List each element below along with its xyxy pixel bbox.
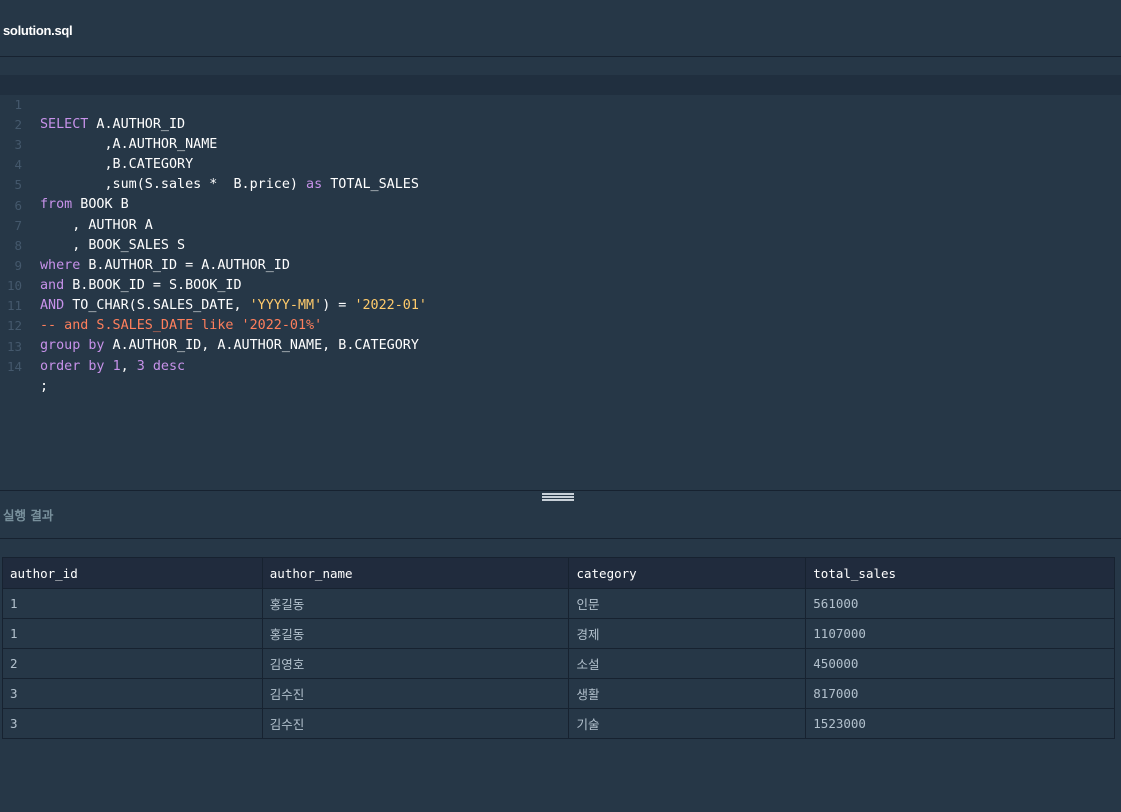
- table-cell: 소설: [568, 648, 807, 679]
- table-cell: 1523000: [805, 708, 1115, 739]
- table-row: 3 김수진 생활 817000: [2, 678, 1115, 709]
- table-header-row: author_id author_name category total_sal…: [2, 557, 1115, 589]
- code-line-14[interactable]: 14 ;: [0, 337, 1121, 394]
- table-cell: 450000: [805, 648, 1115, 679]
- table-cell: 김수진: [261, 678, 570, 709]
- result-title: 실행 결과: [3, 508, 54, 523]
- table-cell: 김수진: [261, 708, 570, 739]
- column-header: author_name: [261, 557, 570, 589]
- table-cell: 3: [2, 708, 263, 739]
- table-cell: 생활: [568, 678, 807, 709]
- code-text: ;: [40, 379, 49, 394]
- table-cell: 817000: [805, 678, 1115, 709]
- table-cell: 1107000: [805, 618, 1115, 649]
- table-row: 2 김영호 소설 450000: [2, 648, 1115, 679]
- code-line-4[interactable]: 4 ,sum(S.sales * B.price) as TOTAL_SALES: [0, 135, 1121, 192]
- code-line-9[interactable]: 9 and B.BOOK_ID = S.BOOK_ID: [0, 236, 1121, 293]
- column-header: author_id: [2, 557, 263, 589]
- code-line-7[interactable]: 7 , BOOK_SALES S: [0, 196, 1121, 253]
- line-number: 14: [6, 359, 22, 374]
- table-cell: 1: [2, 588, 263, 619]
- table-cell: 경제: [568, 618, 807, 649]
- code-line-3[interactable]: 3 ,B.CATEGORY: [0, 115, 1121, 172]
- result-table: author_id author_name category total_sal…: [2, 557, 1115, 739]
- table-cell: 홍길동: [261, 618, 570, 649]
- table-cell: 1: [2, 618, 263, 649]
- column-header: total_sales: [805, 557, 1115, 589]
- table-cell: 3: [2, 678, 263, 709]
- code-line-12[interactable]: 12 group by A.AUTHOR_ID, A.AUTHOR_NAME, …: [0, 296, 1121, 353]
- table-cell: 561000: [805, 588, 1115, 619]
- code-line-6[interactable]: 6 , AUTHOR A: [0, 176, 1121, 233]
- code-line-11[interactable]: 11 -- and S.SALES_DATE like '2022-01%': [0, 276, 1121, 333]
- file-tab-bar: solution.sql: [0, 8, 1121, 57]
- table-cell: 김영호: [261, 648, 570, 679]
- table-cell: 인문: [568, 588, 807, 619]
- code-line-1[interactable]: 1 SELECT A.AUTHOR_ID: [0, 75, 1121, 132]
- code-editor[interactable]: 1 SELECT A.AUTHOR_ID 2 ,A.AUTHOR_NAME 3 …: [0, 57, 1121, 490]
- table-cell: 2: [2, 648, 263, 679]
- code-text: order by 1, 3 desc: [40, 359, 186, 374]
- code-line-5[interactable]: 5 from BOOK B: [0, 155, 1121, 212]
- file-name-tab[interactable]: solution.sql: [3, 23, 73, 38]
- table-cell: 홍길동: [261, 588, 570, 619]
- code-line-2[interactable]: 2 ,A.AUTHOR_NAME: [0, 95, 1121, 152]
- table-row: 1 홍길동 인문 561000: [2, 588, 1115, 619]
- table-row: 3 김수진 기술 1523000: [2, 708, 1115, 739]
- code-line-8[interactable]: 8 where B.AUTHOR_ID = A.AUTHOR_ID: [0, 216, 1121, 273]
- table-cell: 기술: [568, 708, 807, 739]
- code-line-13[interactable]: 13 order by 1, 3 desc: [0, 317, 1121, 374]
- table-row: 1 홍길동 경제 1107000: [2, 618, 1115, 649]
- result-header: 실행 결과: [0, 491, 1121, 539]
- column-header: category: [568, 557, 807, 589]
- code-line-10[interactable]: 10 AND TO_CHAR(S.SALES_DATE, 'YYYY-MM') …: [0, 256, 1121, 313]
